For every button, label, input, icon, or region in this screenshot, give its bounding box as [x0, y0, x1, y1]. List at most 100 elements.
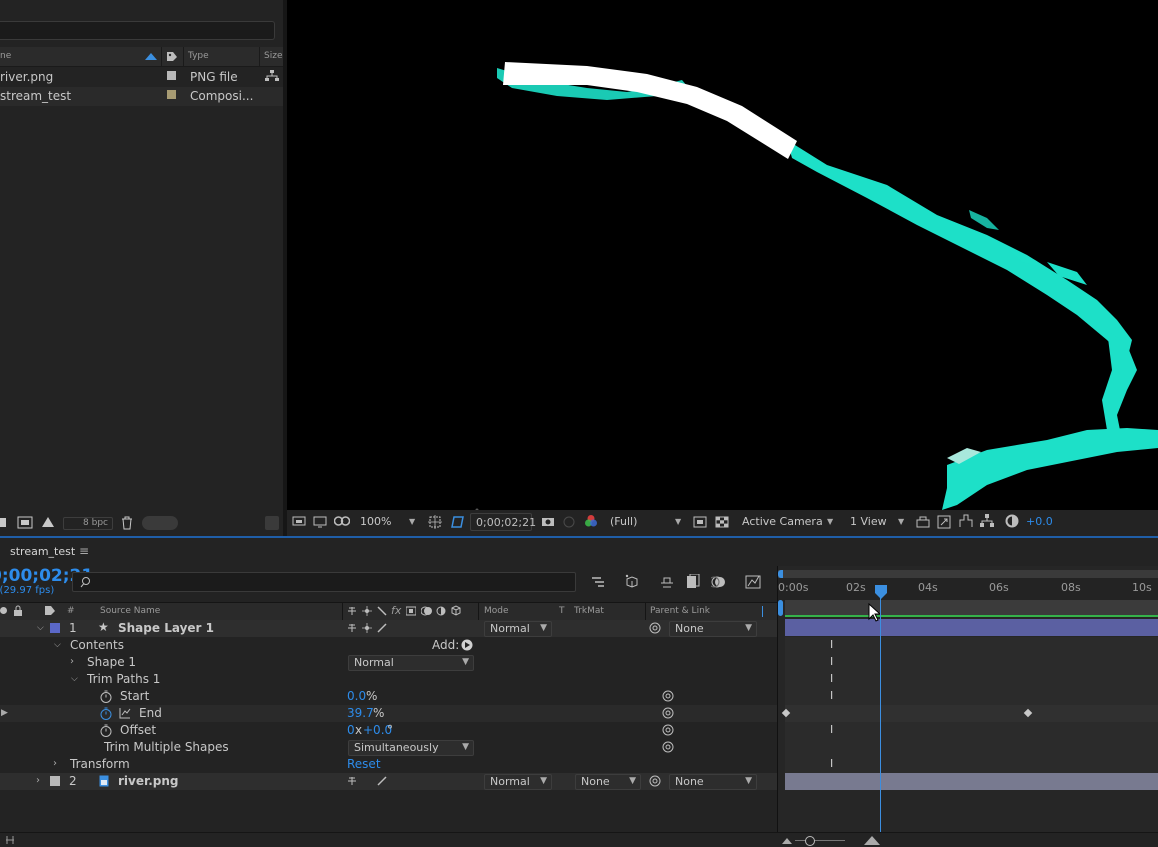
show-snapshot-icon[interactable]: [562, 516, 576, 528]
end-property-row[interactable]: ▶ End 39.7 %: [0, 705, 777, 722]
label-swatch[interactable]: [167, 71, 176, 80]
lock-icon[interactable]: [13, 605, 23, 616]
flowchart-icon[interactable]: [980, 514, 994, 528]
column-number[interactable]: #: [67, 606, 75, 616]
end-value[interactable]: 39.7: [347, 706, 374, 720]
start-property-row[interactable]: Start 0.0 %: [0, 688, 777, 705]
time-ruler[interactable]: [778, 570, 1158, 602]
thumbnail-size-slider[interactable]: [142, 516, 178, 530]
chevron-right-icon[interactable]: ›: [53, 758, 57, 769]
layer-duration-bar[interactable]: [785, 619, 1158, 636]
chevron-right-icon[interactable]: ›: [70, 656, 74, 667]
label-color-swatch[interactable]: [50, 623, 60, 633]
trim-multiple-select[interactable]: Simultaneously ▼: [348, 740, 474, 756]
timeline-search-input[interactable]: [72, 572, 576, 592]
parent-select[interactable]: None ▼: [669, 621, 757, 637]
keyframe-navigator-icon[interactable]: ▶: [1, 708, 8, 718]
toggle-switches-icon[interactable]: [5, 835, 15, 845]
new-composition-icon[interactable]: [17, 516, 33, 529]
quality-switch-icon[interactable]: [377, 623, 387, 633]
column-type[interactable]: Type: [188, 51, 209, 61]
reset-link[interactable]: Reset: [347, 757, 381, 771]
shape-1-row[interactable]: › Shape 1 Normal ▼: [0, 654, 777, 671]
comp-mini-flowchart-icon[interactable]: [591, 575, 607, 589]
new-folder-icon[interactable]: [0, 518, 6, 527]
current-time-display[interactable]: 0;00;02;21: [470, 513, 536, 531]
toggle-pixel-aspect-icon[interactable]: [916, 515, 930, 529]
column-mode[interactable]: Mode: [484, 606, 509, 616]
column-source-name[interactable]: Source Name: [100, 606, 160, 616]
scrollbar-handle[interactable]: [265, 516, 279, 530]
timeline-tab-title[interactable]: stream_test: [10, 545, 75, 558]
column-t[interactable]: T: [559, 606, 565, 616]
timeline-link-icon[interactable]: [959, 514, 973, 528]
offset-property-row[interactable]: Offset 0 x +0.0 °: [0, 722, 777, 739]
layer-name[interactable]: Shape Layer 1: [118, 621, 214, 635]
solo-icon[interactable]: [0, 607, 7, 614]
offset-revolutions[interactable]: 0: [347, 723, 355, 737]
playhead-handle[interactable]: [875, 585, 887, 599]
region-of-interest-icon[interactable]: [428, 515, 442, 529]
view-layout-select[interactable]: 1 View: [850, 515, 887, 528]
pick-whip-icon[interactable]: [649, 622, 661, 634]
bit-depth-button[interactable]: 8 bpc: [63, 517, 113, 530]
panel-menu-icon[interactable]: ≡: [79, 544, 89, 558]
column-trkmat[interactable]: TrkMat: [574, 606, 604, 616]
fit-to-view-icon[interactable]: [937, 515, 951, 529]
stopwatch-active-icon[interactable]: [100, 707, 112, 720]
quality-switch-icon[interactable]: [377, 606, 387, 616]
chevron-down-icon[interactable]: ▼: [827, 517, 833, 526]
trim-multiple-shapes-row[interactable]: Trim Multiple Shapes Simultaneously ▼: [0, 739, 777, 756]
work-area-bar[interactable]: [785, 600, 1158, 616]
expression-pick-whip-icon[interactable]: [662, 741, 674, 753]
expression-pick-whip-icon[interactable]: [662, 724, 674, 736]
zoom-in-icon[interactable]: [864, 835, 880, 845]
shy-switch-icon[interactable]: [347, 623, 357, 633]
work-area-start-handle[interactable]: [778, 600, 783, 616]
layer-row-river-png[interactable]: › 2 river.png Normal ▼ None ▼ None ▼: [0, 773, 777, 790]
time-navigator[interactable]: [778, 570, 1158, 578]
shape-blend-mode-select[interactable]: Normal ▼: [348, 655, 474, 671]
transform-row[interactable]: › Transform Reset: [0, 756, 777, 773]
expression-pick-whip-icon[interactable]: [662, 690, 674, 702]
monitor-icon[interactable]: [313, 516, 327, 528]
start-value[interactable]: 0.0: [347, 689, 366, 703]
interpret-footage-icon[interactable]: [41, 515, 55, 529]
graph-editor-icon[interactable]: [745, 574, 761, 590]
zoom-out-icon[interactable]: [782, 836, 792, 844]
shy-switch-icon[interactable]: [347, 606, 357, 616]
camera-view-select[interactable]: Active Camera: [742, 515, 823, 528]
frame-blending-icon[interactable]: [686, 574, 700, 590]
label-color-swatch[interactable]: [50, 776, 60, 786]
trash-icon[interactable]: [121, 516, 133, 530]
fx-switch-icon[interactable]: fx: [391, 604, 401, 617]
exposure-value[interactable]: +0.0: [1026, 515, 1053, 528]
column-name[interactable]: ne: [0, 51, 11, 61]
timeline-divider[interactable]: [777, 566, 778, 836]
collapse-switch-icon[interactable]: [362, 606, 372, 616]
column-size[interactable]: Size: [264, 51, 282, 61]
contents-group-row[interactable]: ⌵ Contents Add:: [0, 637, 777, 654]
magnification-select[interactable]: 100%: [360, 515, 391, 528]
add-menu-icon[interactable]: [461, 639, 473, 651]
chevron-right-icon[interactable]: ›: [36, 775, 40, 786]
shy-layers-icon[interactable]: [659, 575, 675, 589]
time-navigator-start-handle[interactable]: [778, 570, 783, 578]
label-swatch[interactable]: [167, 90, 176, 99]
motion-blur-switch-icon[interactable]: [421, 606, 433, 616]
transparency-grid-icon[interactable]: [715, 516, 729, 528]
pick-whip-icon[interactable]: [649, 775, 661, 787]
reset-exposure-icon[interactable]: [1005, 514, 1019, 528]
draft-3d-icon[interactable]: [624, 573, 640, 589]
quality-switch-icon[interactable]: [377, 776, 387, 786]
chevron-down-icon[interactable]: ⌵: [37, 623, 44, 633]
blend-mode-select[interactable]: Normal ▼: [484, 621, 552, 637]
layer-name[interactable]: river.png: [118, 774, 178, 788]
3d-layer-switch-icon[interactable]: [451, 605, 461, 616]
graph-icon[interactable]: [119, 707, 131, 719]
adjustment-switch-icon[interactable]: [436, 606, 446, 616]
track-matte-select[interactable]: None ▼: [575, 774, 641, 790]
fast-previews-icon[interactable]: [693, 516, 707, 528]
stopwatch-icon[interactable]: [100, 690, 112, 703]
project-item-stream-test[interactable]: stream_test Composi...: [0, 87, 283, 106]
